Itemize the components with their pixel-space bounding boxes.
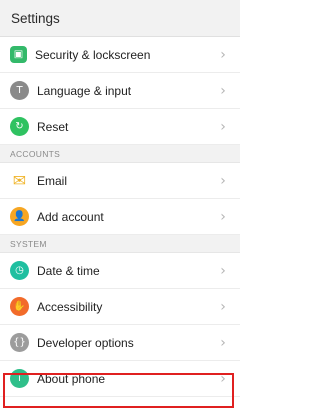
clock-icon: ◷ [10, 261, 29, 280]
settings-item-label: About phone [37, 371, 106, 386]
chevron-right-icon: › [220, 370, 226, 387]
developer-icon: {} [10, 333, 29, 352]
chevron-right-icon: › [220, 208, 226, 225]
settings-item-developer[interactable]: {} Developer options › [0, 325, 240, 361]
add-account-icon: 👤 [10, 207, 29, 226]
settings-item-label: Developer options [37, 335, 134, 350]
lock-icon: ▣ [10, 46, 27, 63]
settings-item-accessibility[interactable]: ✋ Accessibility › [0, 289, 240, 325]
section-header-accounts: ACCOUNTS [0, 145, 240, 163]
settings-item-security[interactable]: ▣ Security & lockscreen › [0, 37, 240, 73]
reset-icon: ↻ [10, 117, 29, 136]
settings-item-email[interactable]: ✉ Email › [0, 163, 240, 199]
settings-item-label: Security & lockscreen [35, 47, 151, 62]
settings-item-about-phone[interactable]: i About phone › [0, 361, 240, 397]
accessibility-icon: ✋ [10, 297, 29, 316]
info-icon: i [10, 369, 29, 388]
settings-item-label: Accessibility [37, 299, 103, 314]
chevron-right-icon: › [220, 172, 226, 189]
settings-item-label: Date & time [37, 263, 100, 278]
settings-item-language[interactable]: T Language & input › [0, 73, 240, 109]
settings-item-label: Language & input [37, 83, 132, 98]
language-icon: T [10, 81, 29, 100]
chevron-right-icon: › [220, 262, 226, 279]
chevron-right-icon: › [220, 82, 226, 99]
settings-item-reset[interactable]: ↻ Reset › [0, 109, 240, 145]
chevron-right-icon: › [220, 46, 226, 63]
page-title: Settings [11, 10, 60, 26]
settings-item-add-account[interactable]: 👤 Add account › [0, 199, 240, 235]
settings-item-label: Reset [37, 119, 69, 134]
settings-item-label: Add account [37, 209, 104, 224]
section-header-system: SYSTEM [0, 235, 240, 253]
chevron-right-icon: › [220, 118, 226, 135]
settings-item-label: Email [37, 173, 68, 188]
settings-item-date-time[interactable]: ◷ Date & time › [0, 253, 240, 289]
chevron-right-icon: › [220, 298, 226, 315]
app-bar: Settings [0, 0, 240, 37]
chevron-right-icon: › [220, 334, 226, 351]
email-icon: ✉ [12, 171, 27, 190]
